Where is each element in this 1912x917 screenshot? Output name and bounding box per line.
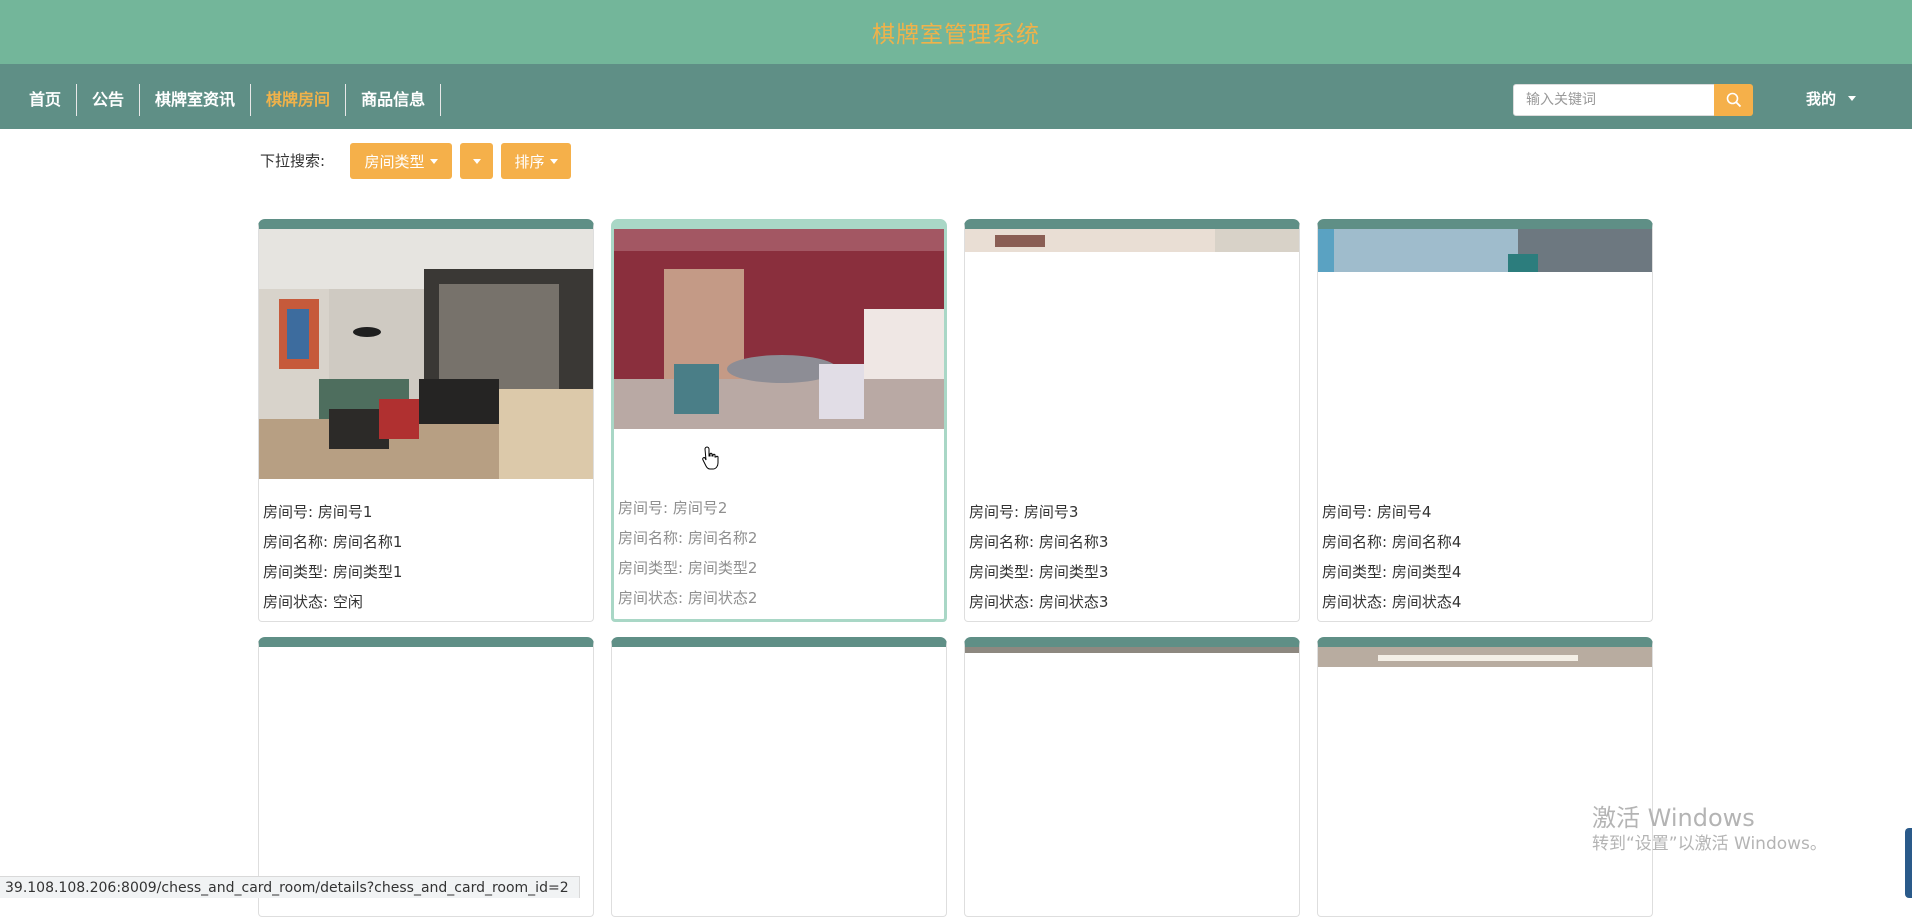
room-image[interactable] [614,229,944,479]
room-status: 房间状态: 房间状态2 [618,589,758,607]
room-card[interactable] [1317,637,1653,917]
nav-item-rooms[interactable]: 棋牌房间 [251,84,347,116]
room-type: 房间类型: 房间类型2 [618,559,758,577]
room-info: 房间号: 房间号3 房间名称: 房间名称3 房间类型: 房间类型3 房间状态: … [965,479,1299,617]
room-name: 房间名称: 房间名称1 [263,533,403,551]
blank-dropdown[interactable] [460,143,493,179]
sort-dropdown[interactable]: 排序 [501,143,571,179]
status-bar-url: 39.108.108.206:8009/chess_and_card_room/… [0,876,580,898]
room-card[interactable]: 房间号: 房间号3 房间名称: 房间名称3 房间类型: 房间类型3 房间状态: … [964,219,1300,622]
search-icon [1726,92,1741,108]
room-photo-8 [1318,647,1652,897]
room-card[interactable] [258,637,594,917]
nav-item-home[interactable]: 首页 [14,84,78,116]
user-menu[interactable]: 我的 [1806,88,1857,109]
filter-label: 下拉搜索: [260,152,326,170]
room-image[interactable] [612,647,946,897]
room-no: 房间号: 房间号2 [618,499,728,517]
room-status: 房间状态: 房间状态3 [969,593,1109,611]
room-image[interactable] [259,229,593,479]
room-type-dropdown-label: 房间类型 [364,152,425,171]
scrollbar-thumb[interactable] [1905,828,1912,898]
room-no: 房间号: 房间号4 [1322,503,1432,521]
chevron-down-icon [549,158,558,164]
room-photo-7 [965,647,1299,897]
room-photo-4 [1318,229,1652,479]
room-image[interactable] [965,647,1299,897]
activation-watermark-subtitle: 转到“设置”以激活 Windows。 [1592,834,1827,854]
room-type: 房间类型: 房间类型3 [969,563,1109,581]
room-image[interactable] [259,647,593,897]
user-menu-label: 我的 [1806,90,1837,108]
room-type-dropdown[interactable]: 房间类型 [350,143,452,179]
chevron-down-icon [472,158,481,164]
room-card[interactable]: 房间号: 房间号2 房间名称: 房间名称2 房间类型: 房间类型2 房间状态: … [611,219,947,622]
title-bar: 棋牌室管理系统 [0,0,1912,64]
room-photo-2 [614,229,944,479]
room-status: 房间状态: 空闲 [263,593,363,611]
room-name: 房间名称: 房间名称3 [969,533,1109,551]
room-image[interactable] [1318,647,1652,897]
room-photo-3 [965,229,1299,479]
search-button[interactable] [1714,84,1753,116]
site-title: 棋牌室管理系统 [872,22,1040,48]
room-name: 房间名称: 房间名称2 [618,529,758,547]
activation-watermark-title: 激活 Windows [1592,804,1755,832]
room-photo-1 [259,229,593,479]
room-card[interactable]: 房间号: 房间号4 房间名称: 房间名称4 房间类型: 房间类型4 房间状态: … [1317,219,1653,622]
room-info: 房间号: 房间号2 房间名称: 房间名称2 房间类型: 房间类型2 房间状态: … [614,479,944,613]
nav-item-products[interactable]: 商品信息 [346,84,442,116]
room-info: 房间号: 房间号4 房间名称: 房间名称4 房间类型: 房间类型4 房间状态: … [1318,479,1652,617]
chevron-down-icon [429,158,438,164]
room-card[interactable] [964,637,1300,917]
hand-cursor-icon [702,446,719,470]
room-status: 房间状态: 房间状态4 [1322,593,1462,611]
room-type: 房间类型: 房间类型1 [263,563,403,581]
room-no: 房间号: 房间号3 [969,503,1079,521]
room-name: 房间名称: 房间名称4 [1322,533,1462,551]
search-input[interactable] [1513,84,1715,116]
room-type: 房间类型: 房间类型4 [1322,563,1462,581]
nav-menu: 首页 公告 棋牌室资讯 棋牌房间 商品信息 [14,84,442,116]
sort-dropdown-label: 排序 [514,152,545,171]
nav-item-announcements[interactable]: 公告 [77,84,141,116]
room-image[interactable] [965,229,1299,479]
room-card[interactable] [611,637,947,917]
nav-item-news[interactable]: 棋牌室资讯 [140,84,252,116]
room-card[interactable]: 房间号: 房间号1 房间名称: 房间名称1 房间类型: 房间类型1 房间状态: … [258,219,594,622]
room-no: 房间号: 房间号1 [263,503,373,521]
room-image[interactable] [1318,229,1652,479]
chevron-down-icon [1848,96,1857,101]
room-info: 房间号: 房间号1 房间名称: 房间名称1 房间类型: 房间类型1 房间状态: … [259,479,593,617]
